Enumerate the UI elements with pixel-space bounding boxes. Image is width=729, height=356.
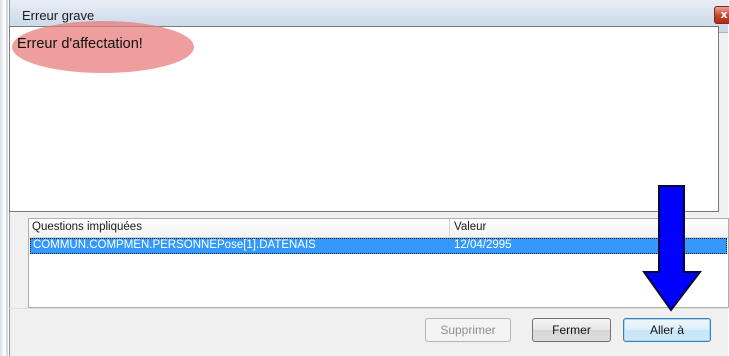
row-value-cell[interactable]: 12/04/2995 (454, 239, 512, 251)
column-header-valeur[interactable]: Valeur (454, 221, 486, 233)
button-bar-divider (9, 308, 728, 309)
close-icon: x (720, 8, 728, 21)
questions-table: Questions impliquées Valeur COMMUN.COMPM… (28, 218, 729, 308)
go-to-button[interactable]: Aller à (623, 318, 711, 342)
column-header-questions[interactable]: Questions impliquées (32, 221, 142, 233)
arrow-shape (642, 185, 702, 312)
delete-button[interactable]: Supprimer (425, 318, 511, 342)
close-button[interactable]: x (714, 6, 729, 24)
row-question-cell[interactable]: COMMUN.COMPMEN.PERSONNEPose[1].DATENAIS (33, 239, 316, 251)
left-window-edge (0, 0, 9, 356)
column-divider[interactable] (449, 219, 450, 237)
close-dialog-button[interactable]: Fermer (532, 318, 611, 342)
error-message: Erreur d'affectation! (17, 36, 143, 52)
down-arrow-icon (642, 185, 702, 312)
table-header: Questions impliquées Valeur (29, 219, 728, 238)
